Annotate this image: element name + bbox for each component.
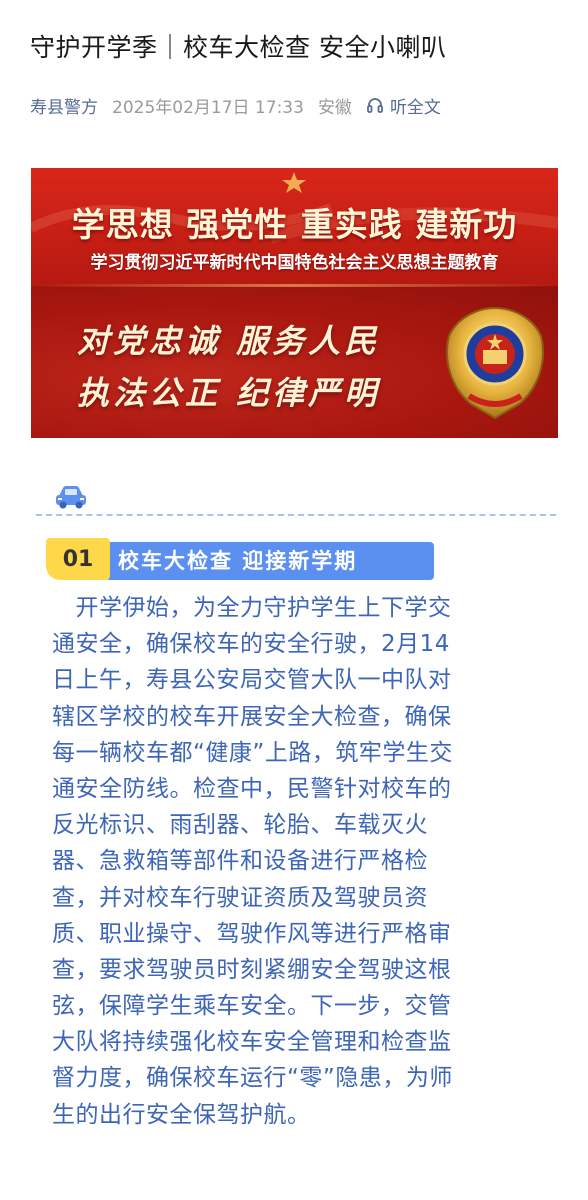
body-line: 弦，保障学生乘车安全。下一步，交管 xyxy=(52,993,452,1020)
body-line: 反光标识、雨刮器、轮胎、车载灭火 xyxy=(52,812,428,839)
banner-image: 学思想 强党性 重实践 建新功 学习贯彻习近平新时代中国特色社会主义思想主题教育… xyxy=(31,168,558,438)
section-divider xyxy=(36,514,556,516)
body-line: 查，并对校车行驶证资质及驾驶员资 xyxy=(52,884,428,911)
article-title: 守护开学季｜校车大检查 安全小喇叭 xyxy=(30,33,447,62)
article-meta: 寿县警方 2025年02月17日 17:33 安徽 听全文 xyxy=(30,90,441,120)
body-line: 查，要求驾驶员时刻紧绷安全驾驶这根 xyxy=(52,956,452,983)
author-link[interactable]: 寿县警方 xyxy=(30,93,98,118)
listen-label: 听全文 xyxy=(389,97,441,118)
body-line: 生的出行安全保驾护航。 xyxy=(52,1101,311,1128)
slogan-line-2: 执法公正 纪律严明 xyxy=(77,374,381,412)
body-line: 日上午，寿县公安局交管大队一中队对 xyxy=(52,667,452,694)
police-emblem-icon xyxy=(446,306,544,420)
banner-divider xyxy=(31,284,558,287)
section-title: 校车大检查 迎接新学期 xyxy=(118,549,358,573)
body-line: 每一辆校车都“健康”上路，筑牢学生交 xyxy=(52,739,453,766)
car-icon xyxy=(56,486,86,509)
body-line: 通安全，确保校车的安全行驶，2月14 xyxy=(52,631,450,658)
headphones-icon xyxy=(367,98,383,113)
banner-subtitle: 学习贯彻习近平新时代中国特色社会主义思想主题教育 xyxy=(90,253,499,273)
body-line: 器、急救箱等部件和设备进行严格检 xyxy=(52,848,428,875)
body-line: 督力度，确保校车运行“零”隐患，为师 xyxy=(52,1065,453,1092)
body-line: 辖区学校的校车开展安全大检查，确保 xyxy=(52,703,452,730)
slogan-line-1: 对党忠诚 服务人民 xyxy=(77,322,381,360)
banner-headline: 学思想 强党性 重实践 建新功 xyxy=(71,205,518,244)
body-line: 通安全防线。检查中，民警针对校车的 xyxy=(52,775,452,802)
listen-button[interactable]: 听全文 xyxy=(366,93,441,118)
article-body: 开学伊始，为全力守护学生上下学交 通安全，确保校车的安全行驶，2月14 日上午，… xyxy=(52,590,552,1133)
body-line: 开学伊始，为全力守护学生上下学交 xyxy=(52,595,452,621)
body-line: 大队将持续强化校车安全管理和检查监 xyxy=(52,1029,452,1056)
section-heading: 01 校车大检查 迎接新学期 xyxy=(46,538,436,582)
section-number-badge: 01 xyxy=(46,538,110,580)
body-line: 质、职业操守、驾驶作风等进行严格审 xyxy=(52,920,452,947)
publish-location: 安徽 xyxy=(317,97,352,118)
publish-date: 2025年02月17日 17:33 xyxy=(112,97,304,118)
